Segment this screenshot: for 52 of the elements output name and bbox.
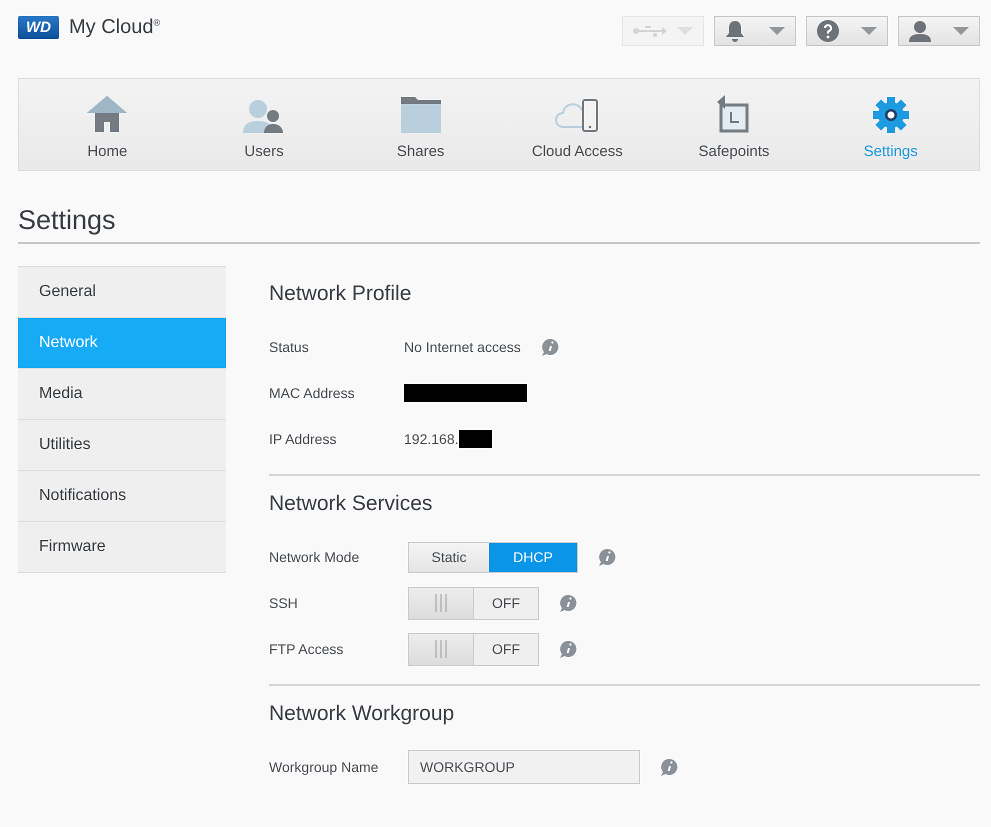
field-label: IP Address	[269, 431, 338, 447]
info-icon[interactable]	[559, 594, 578, 612]
section-title: Network Profile	[269, 282, 412, 306]
brand-logo: WD	[18, 16, 59, 39]
grip-icon	[435, 640, 447, 658]
caret-icon	[861, 27, 877, 35]
toggle-switch[interactable]: OFF	[408, 632, 539, 666]
field-label: MAC Address	[269, 385, 356, 401]
info-icon[interactable]	[540, 338, 560, 356]
field-value: No Internet access	[404, 339, 521, 355]
usb-icon	[633, 24, 667, 38]
user-icon	[909, 20, 931, 42]
caret-icon	[953, 27, 969, 35]
input-field[interactable]: WORKGROUP	[408, 750, 640, 784]
field-label: Status	[269, 339, 310, 355]
app-name: My Cloud$^{®}$	[69, 16, 160, 39]
field-label: Network Mode	[269, 549, 360, 565]
field-label: SSH	[269, 595, 299, 611]
nav-tab[interactable]: Safepoints	[656, 79, 812, 170]
user-menu-button[interactable]	[898, 16, 980, 46]
sidebar-item[interactable]: Media	[18, 369, 226, 420]
cloud-phone-icon	[555, 99, 600, 133]
section-title: Network Workgroup	[269, 702, 456, 726]
sidebar-item[interactable]: Utilities	[18, 420, 226, 471]
home-icon	[86, 95, 128, 133]
caret-icon	[769, 27, 785, 35]
info-icon[interactable]	[660, 758, 679, 776]
info-icon[interactable]	[559, 640, 578, 658]
mode-option[interactable]: Static	[409, 542, 489, 572]
help-icon	[817, 20, 839, 42]
folder-icon	[400, 97, 441, 133]
nav-tab[interactable]: Home	[29, 79, 186, 170]
safepoint-icon	[716, 95, 751, 133]
page-title: Settings	[18, 205, 980, 244]
nav-tab[interactable]: Users	[186, 79, 342, 170]
sidebar-item[interactable]: General	[18, 267, 226, 318]
users-icon	[242, 99, 285, 133]
toggle-switch[interactable]: OFF	[408, 586, 539, 620]
sidebar-item[interactable]: Firmware	[18, 522, 226, 573]
field-value: 192.168.	[404, 431, 458, 447]
field-label: Workgroup Name	[269, 759, 380, 775]
nav-tab[interactable]: Shares	[342, 79, 499, 170]
sidebar-item[interactable]: Notifications	[18, 471, 226, 522]
help-menu-button[interactable]	[806, 16, 888, 46]
bell-icon	[725, 20, 745, 42]
nav-tab[interactable]: Cloud Access	[499, 79, 656, 170]
bell-menu-button[interactable]	[714, 16, 796, 46]
grip-icon	[435, 594, 447, 612]
info-icon[interactable]	[598, 548, 617, 566]
field-label: FTP Access	[269, 641, 344, 657]
section-title: Network Services	[269, 492, 434, 516]
gear-icon	[872, 97, 909, 133]
